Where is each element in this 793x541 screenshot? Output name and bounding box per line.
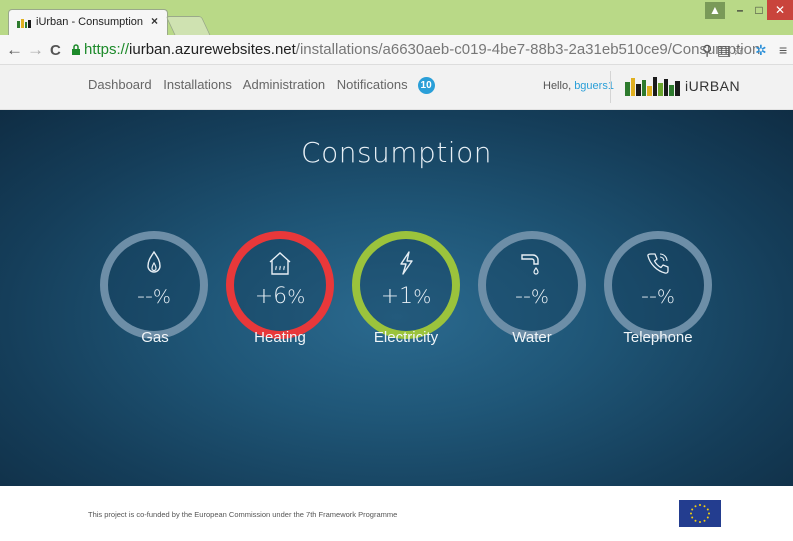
gauge-telephone-label: Telephone (623, 329, 693, 346)
gas-value-number: -- (137, 284, 153, 309)
user-greeting: Hello, bguers1 (543, 80, 614, 92)
water-value-unit: % (530, 286, 549, 308)
heating-value-number: +6 (254, 284, 288, 309)
electricity-value-unit: % (413, 286, 432, 308)
notifications-badge[interactable]: 10 (417, 77, 435, 95)
nav-administration[interactable]: Administration (243, 77, 325, 92)
url-scheme: https:// (84, 41, 130, 58)
electricity-value-number: +1 (380, 284, 414, 309)
nav-dashboard[interactable]: Dashboard (88, 77, 152, 92)
faucet-icon (521, 254, 539, 275)
bookmark-star-icon[interactable]: ☆ (732, 42, 745, 58)
lightning-icon (400, 251, 413, 275)
site-header: Dashboard Installations Administration N… (0, 65, 793, 110)
gauge-gas-value: --% (108, 284, 200, 309)
new-tab-button[interactable] (165, 16, 211, 35)
lock-icon (72, 44, 80, 55)
iurban-favicon-icon (17, 19, 31, 28)
forward-icon[interactable]: → (27, 40, 44, 60)
logo-text: iURBAN (685, 78, 741, 94)
heating-value-unit: % (287, 286, 306, 308)
back-icon[interactable]: ← (6, 40, 23, 60)
reload-icon[interactable]: C (50, 41, 61, 61)
browser-tab[interactable]: iUrban - Consumption × (8, 9, 168, 36)
gauge-electricity-label: Electricity (373, 329, 439, 346)
gauge-heating-label: Heating (254, 329, 306, 346)
maximize-icon[interactable]: □ (750, 0, 768, 20)
nav-installations[interactable]: Installations (163, 77, 232, 92)
house-heating-icon (269, 252, 291, 275)
menu-icon[interactable]: ≡ (779, 42, 787, 58)
footer-funding-text: This project is co-funded by the Europea… (88, 510, 398, 519)
gauge-telephone-value: --% (612, 284, 704, 309)
gas-value-unit: % (152, 286, 171, 308)
user-profile-icon[interactable]: ▲ (705, 2, 725, 19)
flame-icon (147, 250, 161, 273)
consumption-panel: Consumption --% Gas +6% Heating +1% Elec… (0, 110, 793, 486)
site-footer: This project is co-funded by the Europea… (0, 486, 793, 541)
telephone-value-unit: % (656, 286, 675, 308)
gauge-gas[interactable]: --% (100, 231, 208, 339)
minimize-icon[interactable]: – (731, 0, 749, 20)
gauge-water[interactable]: --% (478, 231, 586, 339)
address-bar[interactable]: https://iurban.azurewebsites.net/install… (84, 40, 760, 60)
gauge-electricity[interactable]: +1% (352, 231, 460, 339)
url-path: /installations/a6630aeb-c019-4be7-88b3-2… (295, 41, 761, 58)
extension-icon[interactable]: ✲ (755, 42, 767, 58)
telephone-value-number: -- (641, 284, 657, 309)
nav-notifications[interactable]: Notifications (337, 77, 408, 92)
browser-titlebar: iUrban - Consumption × ▲ – □ ✕ (0, 0, 793, 36)
eu-flag-icon (679, 500, 721, 527)
gauge-heating-value: +6% (234, 284, 326, 309)
tab-close-icon[interactable]: × (151, 14, 158, 28)
translate-icon[interactable]: ▤ (717, 42, 730, 58)
page-title: Consumption (301, 136, 492, 169)
zoom-icon[interactable]: ⚲ (702, 42, 712, 58)
iurban-logo-icon[interactable] (625, 76, 683, 96)
gauge-telephone[interactable]: --% (604, 231, 712, 339)
url-host: iurban.azurewebsites.net (129, 41, 296, 58)
gauge-water-value: --% (486, 284, 578, 309)
main-nav: Dashboard Installations Administration N… (88, 77, 435, 95)
username-link[interactable]: bguers1 (574, 80, 614, 92)
phone-icon (647, 253, 669, 274)
hello-prefix: Hello, (543, 80, 572, 92)
header-divider (610, 71, 611, 103)
gauge-gas-label: Gas (141, 329, 169, 346)
gauge-electricity-value: +1% (360, 284, 452, 309)
browser-toolbar: ← → C https://iurban.azurewebsites.net/i… (0, 35, 793, 65)
gauge-water-label: Water (512, 329, 552, 346)
tab-title: iUrban - Consumption (36, 16, 143, 28)
gauge-heating[interactable]: +6% (226, 231, 334, 339)
close-window-icon[interactable]: ✕ (767, 0, 793, 20)
water-value-number: -- (515, 284, 531, 309)
